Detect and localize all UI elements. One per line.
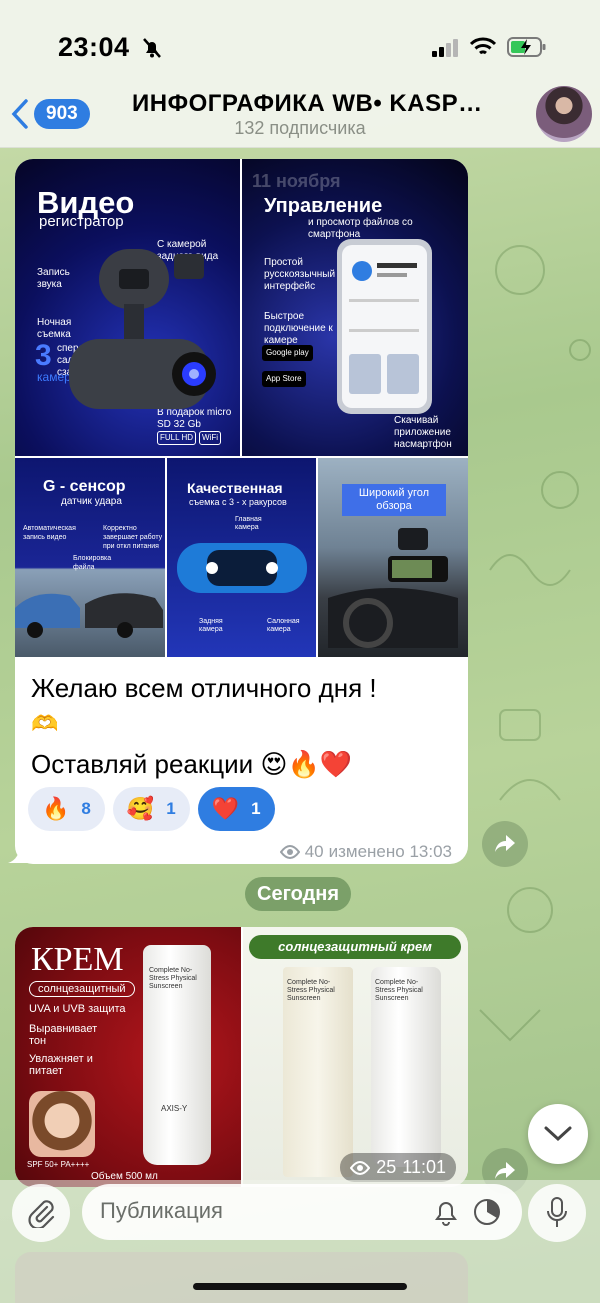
post-text-line1: Желаю всем отличного дня !	[31, 673, 377, 703]
benefit-2: Увлажняет и питает	[29, 1053, 93, 1077]
album-photo-wide-angle[interactable]: Широкий угол обзора	[318, 458, 468, 657]
post-text-emoji: 🫶	[31, 711, 59, 736]
correct-shutdown-label: Корректно завершает работу при откл пита…	[103, 525, 163, 550]
image-subtitle: съемка с 3 - х ракурсов	[189, 497, 287, 507]
view-count: 25	[376, 1157, 397, 1177]
google-play-badge: Google play	[262, 345, 313, 361]
file-lock-label: Блокировка файла	[73, 555, 112, 571]
box-label: Complete No-Stress Physical Sunscreen	[287, 979, 335, 1002]
paperclip-icon	[28, 1200, 55, 1228]
share-button[interactable]	[482, 821, 528, 867]
post-text-line2: Оставляй реакции 😍🔥❤️	[31, 749, 353, 779]
message-input[interactable]: Публикация	[82, 1184, 522, 1240]
channel-title[interactable]: ИНФОГРАФИКА WB• KASP…	[132, 90, 512, 118]
reactions-bar: 🔥 8 🥰 1 ❤️ 1	[28, 787, 275, 831]
reaction-count: 1	[251, 799, 261, 818]
message-input-placeholder: Публикация	[100, 1198, 223, 1223]
message-bubble-album[interactable]: Видео регистратор С камерой заднего вида…	[15, 159, 468, 864]
status-bar: 23:04	[0, 0, 600, 90]
clock: 23:04	[58, 32, 130, 62]
wifi-icon	[470, 37, 496, 55]
cabin-camera-label: Салонная камера	[267, 618, 300, 633]
auto-record-label: Автоматическая запись видео	[23, 525, 76, 541]
app-store-badge: App Store	[262, 371, 306, 387]
album-photo-quality-3-angles[interactable]: Качественная съемка с 3 - х ракурсов Гла…	[167, 458, 316, 657]
fullhd-badge: FULL HD	[157, 431, 197, 445]
schedule-timer-icon[interactable]	[472, 1197, 502, 1227]
reaction-count: 8	[81, 799, 91, 818]
bubble-tail	[8, 843, 28, 863]
share-arrow-icon	[495, 1162, 515, 1179]
album-photo-sunscreen-white[interactable]: солнцезащитный крем Complete No-Stress P…	[243, 927, 468, 1187]
scroll-to-bottom-button[interactable]	[528, 1104, 588, 1164]
main-camera-label: Главная камера	[235, 516, 262, 531]
wifi-badge: WiFi	[199, 431, 221, 445]
overlay-date: 11 ноября	[252, 171, 341, 191]
crashed-cars-illustration	[15, 593, 163, 638]
reaction-smiling-hearts[interactable]: 🥰 1	[112, 787, 190, 831]
album-photo-video-recorder[interactable]: Видео регистратор С камерой заднего вида…	[15, 159, 240, 456]
uva-label: UVA и UVB защита	[29, 1003, 126, 1015]
smartphone-illustration	[337, 239, 432, 414]
bell-icon[interactable]	[432, 1197, 460, 1227]
reaction-emoji: ❤️	[211, 796, 240, 821]
reaction-count: 1	[166, 799, 176, 818]
subscriber-count: 132 подписчика	[234, 118, 366, 138]
album-photo-g-sensor[interactable]: G - сенсор датчик удара Автоматическая з…	[15, 458, 165, 657]
tube-label: Complete No-Stress Physical Sunscreen	[375, 979, 423, 1002]
cellular-signal-icon	[432, 39, 458, 57]
chat-header: 903 ИНФОГРАФИКА WB• KASP… 132 подписчика	[0, 86, 600, 148]
image-subtitle: регистратор	[39, 213, 124, 230]
attach-button[interactable]	[12, 1184, 70, 1242]
cameras-number: 3	[35, 339, 52, 372]
download-label: Скачивай приложение насмартфон	[394, 415, 452, 450]
sun-banner: солнцезащитный крем	[249, 935, 461, 959]
reaction-emoji: 🥰	[126, 796, 155, 821]
rear-camera-label: Задняя камера	[199, 618, 223, 633]
post-meta: 40 изменено 13:03	[279, 842, 452, 862]
image-title: Качественная	[187, 480, 283, 496]
view-count: 40	[304, 842, 324, 861]
post-time: 11:01	[402, 1157, 446, 1177]
mute-bell-icon	[143, 38, 161, 58]
battery-charging-icon	[507, 37, 546, 57]
date-separator: Сегодня	[245, 877, 352, 911]
image-subtitle: и просмотр файлов со смартфона	[308, 217, 413, 240]
reaction-heart[interactable]: ❤️ 1	[197, 787, 275, 831]
chevron-down-icon	[544, 1126, 572, 1142]
car-top-view-illustration	[177, 543, 307, 593]
brand-label: AXIS-Y	[161, 1104, 188, 1113]
krem-subtitle: солнцезащитный	[29, 981, 135, 997]
home-indicator[interactable]	[193, 1283, 407, 1290]
album-photo-app-control[interactable]: 11 ноября Управление и просмотр файлов с…	[242, 159, 468, 456]
model-photo	[29, 1091, 95, 1157]
share-arrow-icon	[495, 835, 515, 852]
message-bubble-album-2[interactable]: КРЕМ солнцезащитный UVA и UVB защита Выр…	[15, 927, 468, 1187]
reaction-emoji: 🔥	[42, 796, 70, 821]
album-photo-sunscreen-red[interactable]: КРЕМ солнцезащитный UVA и UVB защита Выр…	[15, 927, 241, 1187]
image-title: Управление	[264, 195, 383, 217]
eye-icon	[279, 845, 300, 859]
image-title: G - сенсор	[43, 478, 126, 495]
image-subtitle: датчик удара	[61, 496, 122, 507]
microphone-button[interactable]	[528, 1184, 586, 1242]
eye-icon	[350, 1160, 371, 1175]
edited-time: изменено 13:03	[328, 842, 452, 861]
microphone-icon	[547, 1197, 567, 1227]
spf-label: SPF 50+ PA++++	[27, 1160, 90, 1169]
channel-avatar[interactable]	[536, 86, 592, 142]
krem-title: КРЕМ	[31, 941, 124, 978]
tube-label: Complete No-Stress Physical Sunscreen	[149, 967, 197, 990]
image-title: Широкий угол обзора	[342, 484, 446, 516]
dashcam-in-car-illustration	[328, 528, 458, 648]
post2-meta: 25 11:01	[340, 1153, 456, 1182]
dashcam-illustration	[69, 249, 216, 409]
next-message-preview	[15, 1252, 468, 1303]
reaction-fire[interactable]: 🔥 8	[28, 787, 105, 831]
benefit-1: Выравнивает тон	[29, 1023, 98, 1047]
